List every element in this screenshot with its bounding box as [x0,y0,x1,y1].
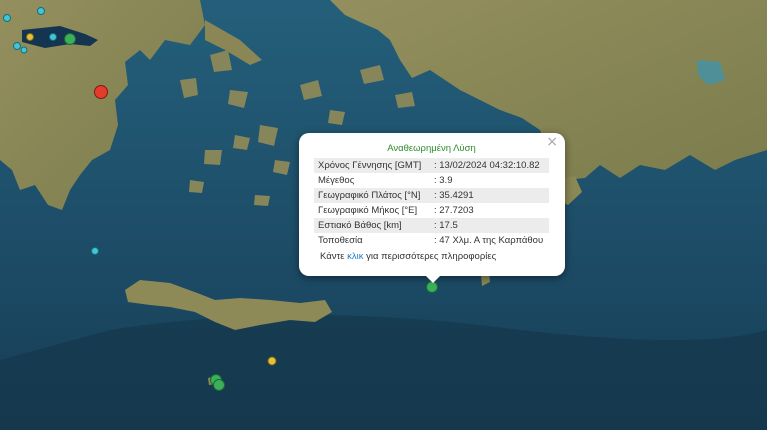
marker-cyan[interactable] [49,33,57,41]
marker-red[interactable] [94,85,108,99]
info-row-label: Γεωγραφικό Πλάτος [°N] [314,188,430,203]
more-info-text: Κάντε κλικ για περισσότερες πληροφορίες [314,248,549,262]
info-row: Γεωγραφικό Πλάτος [°N]: 35.4291 [314,188,549,203]
info-row-label: Τοποθεσία [318,235,363,246]
marker-cyan[interactable] [3,14,11,22]
info-row-value: : 47 Χλμ. Α της Καρπάθου [434,235,544,246]
info-row: Γεωγραφικό Μήκος [°E] : 27.7203 [314,203,549,218]
marker-green[interactable] [64,33,76,45]
info-row-value: : 3.9 [434,175,453,186]
marker-yellow[interactable] [267,356,277,366]
marker-cyan[interactable] [37,7,45,15]
info-row: Τοποθεσία : 47 Χλμ. Α της Καρπάθου [314,233,549,248]
info-row-value: : 13/02/2024 04:32:10.82 [430,158,549,173]
more-info-prefix: Κάντε [320,251,348,262]
info-row-label: Χρόνος Γέννησης [GMT] [314,158,430,173]
info-row-value: : 35.4291 [430,188,549,203]
marker-cyan[interactable] [13,42,21,50]
info-row: Μέγεθος : 3.9 [314,173,549,188]
info-row: Χρόνος Γέννησης [GMT]: 13/02/2024 04:32:… [314,158,549,173]
earthquake-info-table: Χρόνος Γέννησης [GMT]: 13/02/2024 04:32:… [314,158,549,248]
marker-green[interactable] [426,281,438,293]
more-info-link[interactable]: κλικ [347,251,363,262]
close-icon[interactable]: × [546,135,558,149]
info-row-label: Εστιακό Βάθος [km] [314,218,430,233]
popup-pointer [424,274,442,283]
more-info-suffix: για περισσότερες πληροφορίες [363,251,497,262]
earthquake-info-popup: × Αναθεωρημένη Λύση Χρόνος Γέννησης [GMT… [299,133,565,276]
marker-green[interactable] [213,379,225,391]
info-row-label: Μέγεθος [318,175,355,186]
marker-cyan[interactable] [91,247,99,255]
marker-cyan[interactable] [20,46,28,54]
popup-title: Αναθεωρημένη Λύση [387,143,476,154]
info-row: Εστιακό Βάθος [km]: 17.5 [314,218,549,233]
info-row-value: : 27.7203 [434,205,474,216]
info-row-value: : 17.5 [430,218,549,233]
marker-yellow[interactable] [26,33,34,41]
info-row-label: Γεωγραφικό Μήκος [°E] [318,205,418,216]
